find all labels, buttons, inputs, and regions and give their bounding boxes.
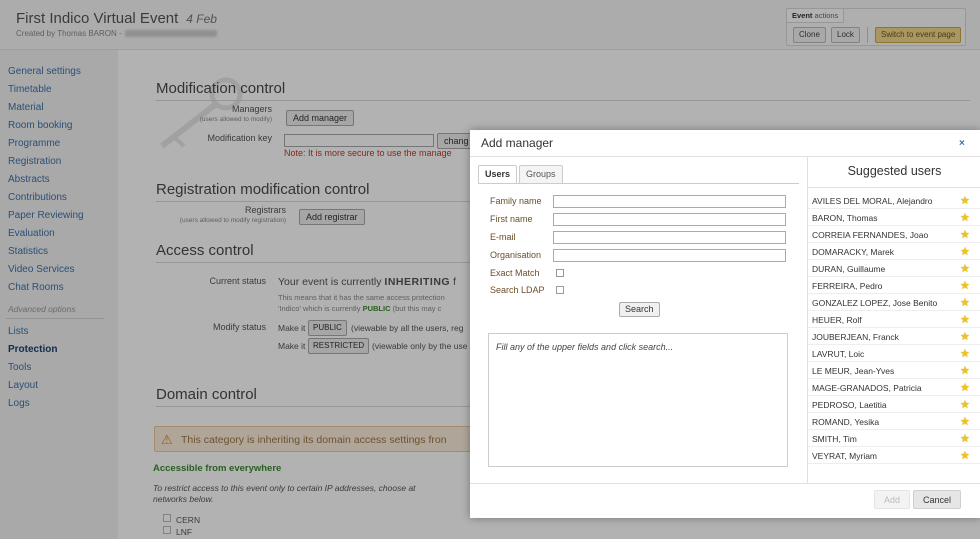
suggested-user-row[interactable]: BARON, Thomas ★ [808,209,980,226]
add-button[interactable]: Add [874,490,910,509]
star-icon[interactable]: ★ [960,194,970,207]
suggested-user-name: MAGE-GRANADOS, Patricia [812,383,922,393]
suggested-user-name: HEUER, Rolf [812,315,862,325]
suggested-user-name: ROMAND, Yesika [812,417,880,427]
suggested-user-row[interactable]: LAVRUT, Loic ★ [808,345,980,362]
suggested-user-row[interactable]: JOUBERJEAN, Franck ★ [808,328,980,345]
suggested-users-title: Suggested users [847,164,942,178]
star-icon[interactable]: ★ [960,211,970,224]
tab-groups[interactable]: Groups [519,165,563,184]
search-results-box[interactable]: Fill any of the upper fields and click s… [488,333,788,467]
first-name-input[interactable] [553,213,786,226]
divider [470,483,980,484]
first-name-label: First name [490,214,533,224]
star-icon[interactable]: ★ [960,330,970,343]
star-icon[interactable]: ★ [960,296,970,309]
suggested-user-row[interactable]: CORREIA FERNANDES, Joao ★ [808,226,980,243]
suggested-user-name: AVILES DEL MORAL, Alejandro [812,196,933,206]
tab-users[interactable]: Users [478,165,518,184]
star-icon[interactable]: ★ [960,313,970,326]
search-button[interactable]: Search [619,302,660,317]
star-icon[interactable]: ★ [960,415,970,428]
star-icon[interactable]: ★ [960,228,970,241]
star-icon[interactable]: ★ [960,398,970,411]
star-icon[interactable]: ★ [960,432,970,445]
search-ldap-checkbox[interactable] [556,286,564,294]
email-label: E-mail [490,232,516,242]
suggested-user-row[interactable]: ROMAND, Yesika ★ [808,413,980,430]
suggested-users-pane: Suggested users AVILES DEL MORAL, Alejan… [807,157,980,483]
divider [478,183,799,184]
suggested-user-row[interactable]: PEDROSO, Laetitia ★ [808,396,980,413]
family-name-input[interactable] [553,195,786,208]
suggested-user-name: FERREIRA, Pedro [812,281,883,291]
suggested-user-row[interactable]: AVILES DEL MORAL, Alejandro ★ [808,192,980,209]
suggested-user-name: JOUBERJEAN, Franck [812,332,899,342]
star-icon[interactable]: ★ [960,245,970,258]
close-icon[interactable]: × [959,138,965,149]
star-icon[interactable]: ★ [960,449,970,462]
suggested-user-name: PEDROSO, Laetitia [812,400,887,410]
suggested-user-row[interactable]: LE MEUR, Jean-Yves ★ [808,362,980,379]
suggested-user-row[interactable]: VEYRAT, Myriam ★ [808,447,980,464]
email-input[interactable] [553,231,786,244]
suggested-user-name: LAVRUT, Loic [812,349,865,359]
star-icon[interactable]: ★ [960,262,970,275]
star-icon[interactable]: ★ [960,381,970,394]
suggested-user-row[interactable]: FERREIRA, Pedro ★ [808,277,980,294]
cancel-button[interactable]: Cancel [913,490,961,509]
exact-match-checkbox[interactable] [556,269,564,277]
suggested-user-row[interactable]: SMITH, Tim ★ [808,430,980,447]
exact-match-label: Exact Match [490,268,540,278]
suggested-user-name: DURAN, Guillaume [812,264,886,274]
suggested-user-row[interactable]: HEUER, Rolf ★ [808,311,980,328]
organisation-input[interactable] [553,249,786,262]
suggested-user-row[interactable]: MAGE-GRANADOS, Patricia ★ [808,379,980,396]
suggested-user-name: CORREIA FERNANDES, Joao [812,230,929,240]
organisation-label: Organisation [490,250,542,260]
star-icon[interactable]: ★ [960,364,970,377]
search-results-hint: Fill any of the upper fields and click s… [496,342,674,352]
search-ldap-label: Search LDAP [490,285,545,295]
user-search-pane: Users Groups Family name First name E-ma… [470,157,807,483]
suggested-user-name: VEYRAT, Myriam [812,451,878,461]
suggested-user-row[interactable]: GONZALEZ LOPEZ, Jose Benito ★ [808,294,980,311]
divider [808,187,980,188]
suggested-user-row[interactable]: DURAN, Guillaume ★ [808,260,980,277]
suggested-user-name: DOMARACKY, Marek [812,247,895,257]
family-name-label: Family name [490,196,542,206]
page: First Indico Virtual Event 4 Feb Created … [0,0,980,539]
add-manager-dialog: Add manager × Users Groups Family name F… [470,130,980,518]
star-icon[interactable]: ★ [960,347,970,360]
suggested-user-name: LE MEUR, Jean-Yves [812,366,895,376]
dialog-title: Add manager [481,136,554,150]
suggested-user-name: BARON, Thomas [812,213,878,223]
suggested-user-row[interactable]: DOMARACKY, Marek ★ [808,243,980,260]
suggested-user-name: GONZALEZ LOPEZ, Jose Benito [812,298,938,308]
star-icon[interactable]: ★ [960,279,970,292]
suggested-user-name: SMITH, Tim [812,434,857,444]
